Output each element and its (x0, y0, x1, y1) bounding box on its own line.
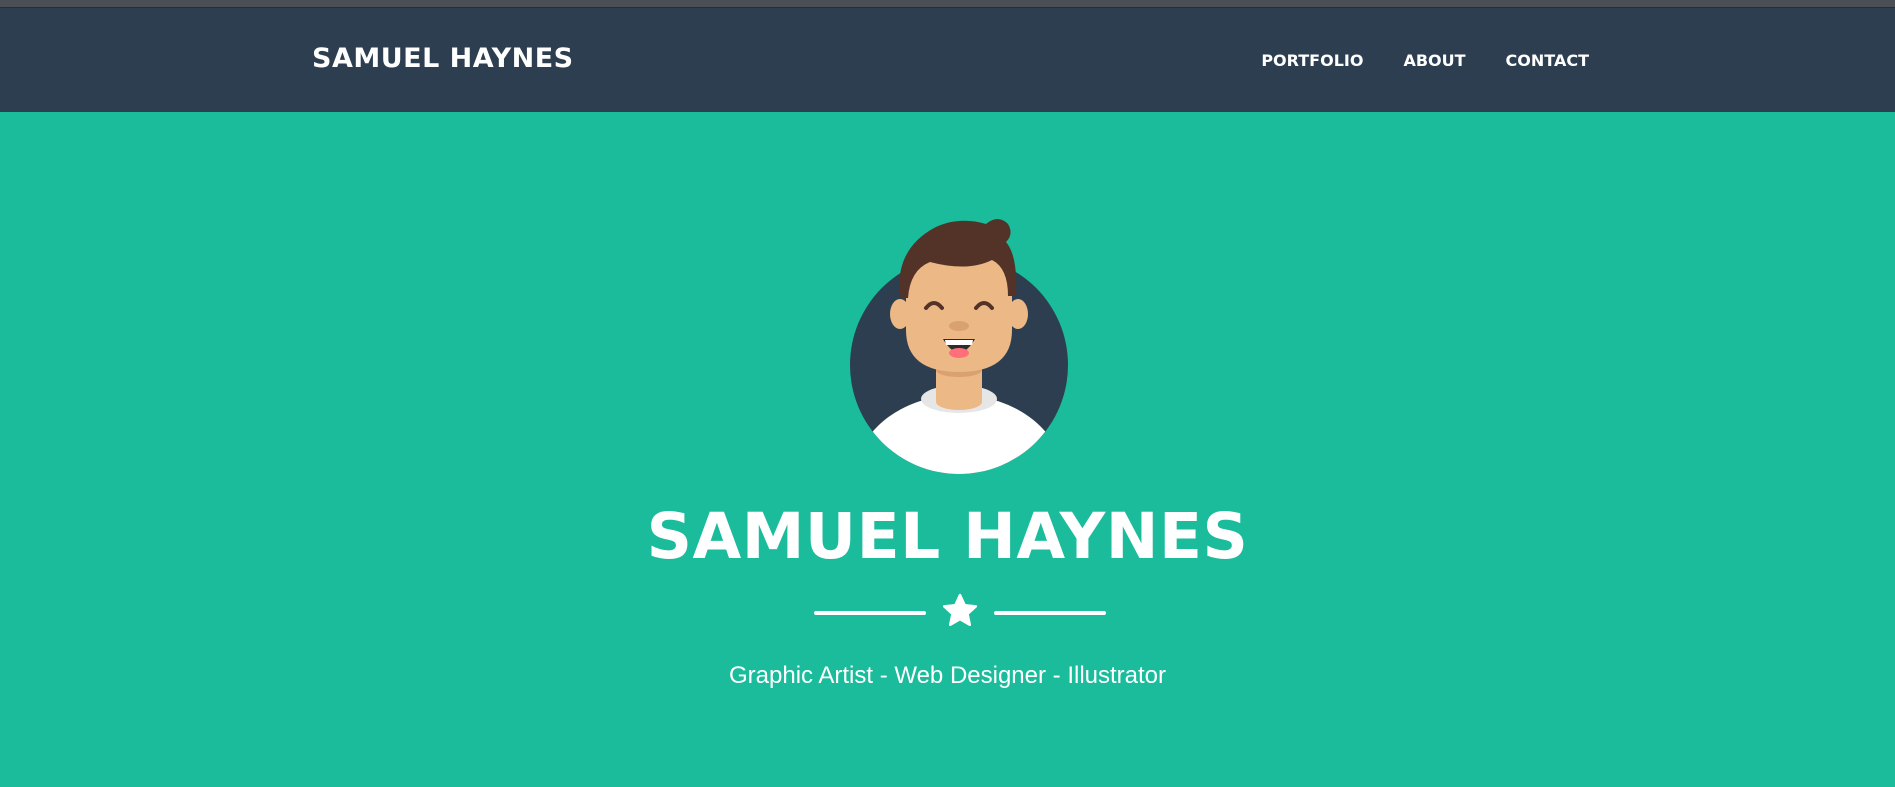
hero-title: SAMUEL HAYNES (646, 500, 1249, 573)
nav-link-contact[interactable]: CONTACT (1506, 51, 1589, 70)
nav-links: PORTFOLIO ABOUT CONTACT (1261, 51, 1589, 70)
browser-top-strip (0, 0, 1895, 8)
hero-subtitle: Graphic Artist - Web Designer - Illustra… (728, 662, 1167, 689)
avatar (850, 219, 1068, 474)
star-icon (942, 593, 978, 627)
divider-line-left (814, 611, 926, 615)
nav-link-portfolio[interactable]: PORTFOLIO (1261, 51, 1363, 70)
nav-link-about[interactable]: ABOUT (1403, 51, 1465, 70)
hero-section: SAMUEL HAYNES Graphic Artist - Web Desig… (0, 112, 1895, 787)
divider-line-right (994, 611, 1106, 615)
navbar: SAMUEL HAYNES PORTFOLIO ABOUT CONTACT (0, 8, 1895, 112)
brand-link[interactable]: SAMUEL HAYNES (312, 43, 574, 74)
star-divider (814, 593, 1106, 633)
